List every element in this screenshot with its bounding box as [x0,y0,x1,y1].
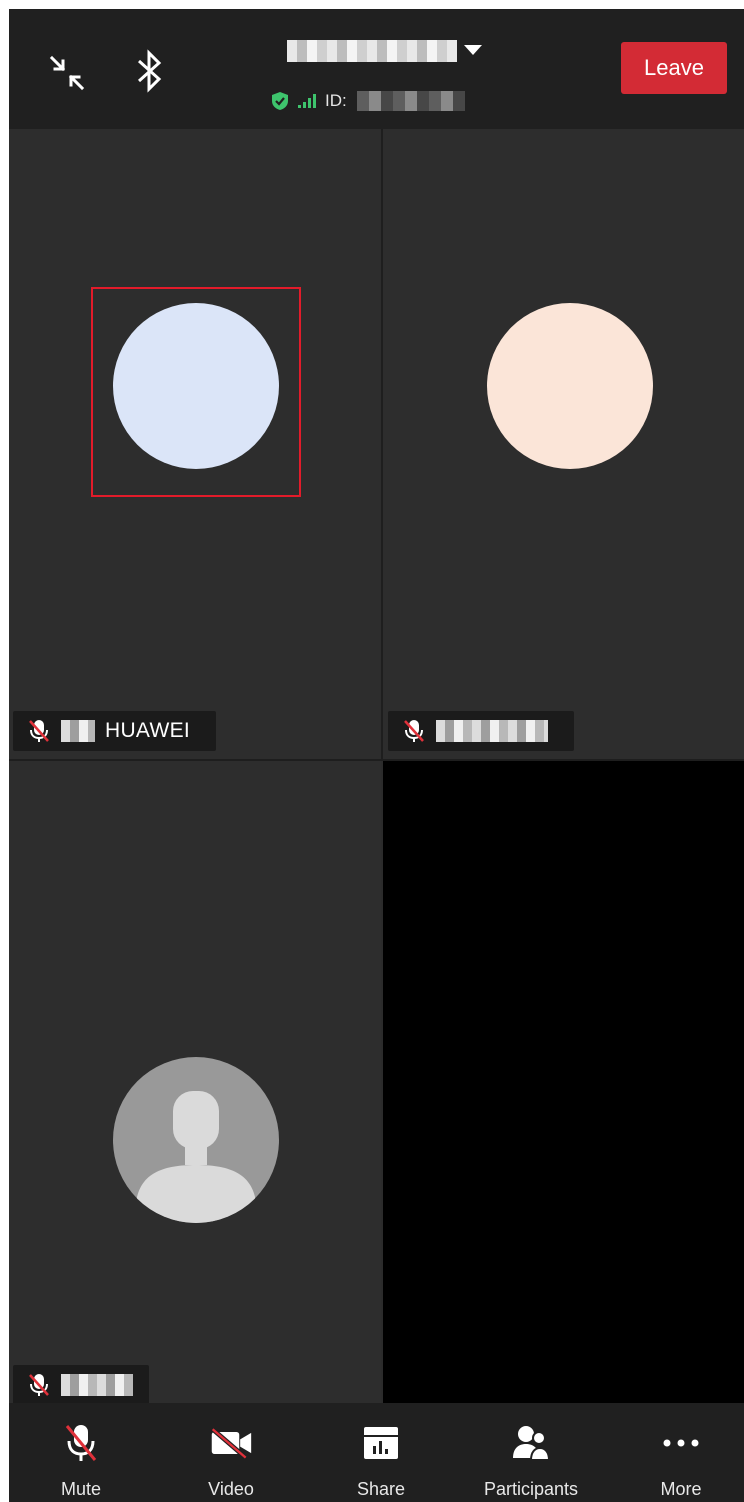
meeting-id-redacted [356,91,465,111]
video-button[interactable]: Video [171,1403,291,1502]
mute-label: Mute [60,1479,102,1499]
meeting-screen: ID: Leave HUAWEI Mute Video Share Partic… [9,9,744,1502]
video-label: Video [208,1479,254,1499]
participant-name-redacted [436,720,548,742]
signal-strength-icon [298,94,316,108]
video-tile[interactable]: HUAWEI [9,129,383,759]
share-label: Share [356,1479,406,1499]
microphone-muted-icon [29,1374,49,1396]
meeting-info-row: ID: [271,89,465,113]
more-label: More [660,1479,702,1499]
meeting-toolbar: Mute Video Share Participants More [9,1403,744,1502]
participants-button[interactable]: Participants [471,1403,591,1502]
video-tile[interactable] [9,761,381,1403]
bluetooth-icon[interactable] [131,47,169,95]
microphone-muted-icon [29,720,49,742]
meeting-header: ID: Leave [9,9,744,129]
meeting-id-label: ID: [325,91,347,110]
microphone-muted-icon [404,720,424,742]
participant-name-redacted [61,1374,133,1396]
participant-name: HUAWEI [105,719,191,742]
meeting-title-redacted [287,40,457,62]
video-tile[interactable] [383,129,744,759]
leave-button[interactable]: Leave [621,42,727,94]
participant-name-tag [13,1365,149,1403]
participant-name-tag [388,711,574,751]
participant-name-redacted [61,720,95,742]
share-screen-icon [359,1423,403,1463]
participant-name-tag: HUAWEI [13,711,216,751]
more-dots-icon [659,1423,703,1463]
microphone-muted-icon [59,1423,103,1463]
video-off-icon [209,1423,253,1463]
person-silhouette-icon [113,1057,279,1223]
minimize-icon[interactable] [45,51,89,95]
highlight-box [91,287,301,497]
mute-button[interactable]: Mute [21,1403,141,1502]
chevron-down-icon[interactable] [464,45,482,55]
video-tile[interactable] [383,761,744,1403]
participants-label: Participants [483,1479,579,1499]
more-button[interactable]: More [621,1403,741,1502]
avatar [487,303,653,469]
meeting-title[interactable] [287,37,507,65]
participants-icon [509,1423,553,1463]
shield-check-icon [272,92,288,110]
share-button[interactable]: Share [321,1403,441,1502]
